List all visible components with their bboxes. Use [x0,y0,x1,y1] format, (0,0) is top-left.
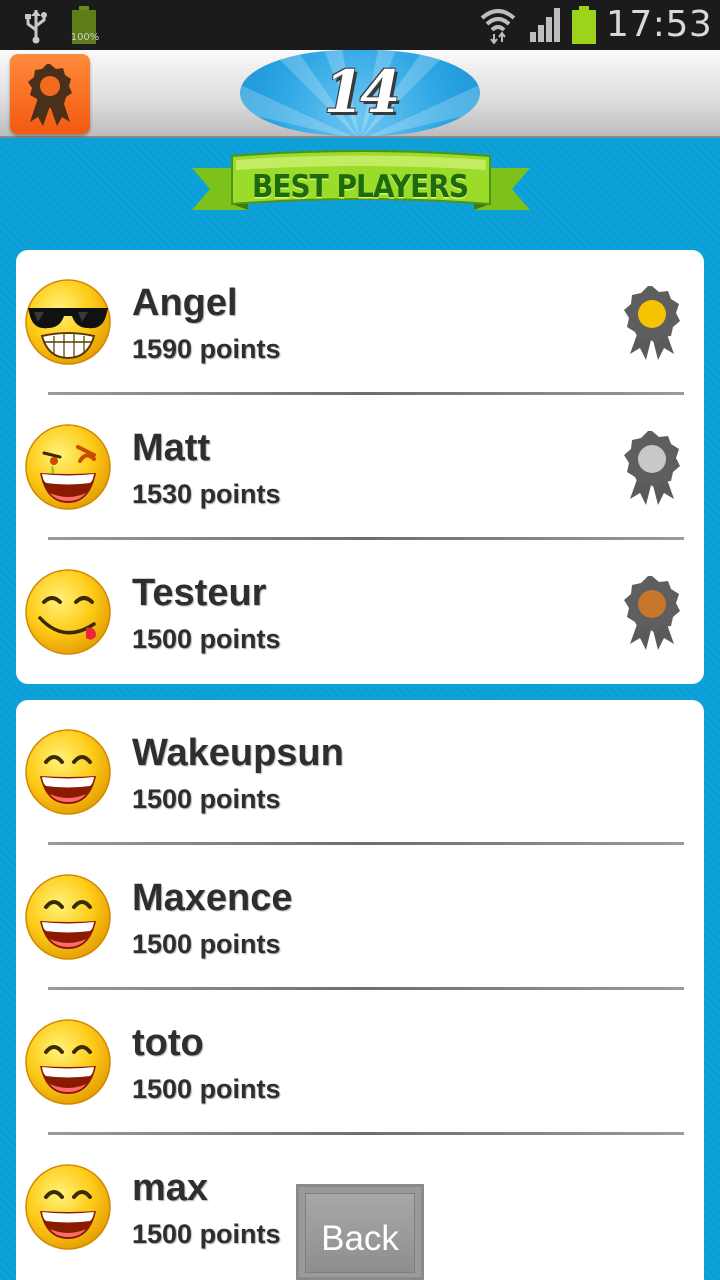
player-name: max [132,1167,209,1209]
award-icon [28,64,72,126]
top-players-card: Angel 1590 points Matt 1530 points Teste… [16,250,704,684]
player-points: 1500 points [132,624,281,654]
player-points: 1530 points [132,479,281,509]
player-name: Matt [132,427,211,469]
player-name: toto [132,1022,204,1064]
player-name: Testeur [132,572,267,614]
usb-icon [25,10,47,44]
grinning-smiley-icon [24,873,112,961]
list-item[interactable]: toto 1500 points [16,990,704,1135]
bronze-medal-icon [622,574,682,654]
list-item[interactable]: Angel 1590 points [16,250,704,395]
battery-icon: 100% [68,6,100,46]
clock: 17:53 [606,4,713,45]
list-item[interactable]: Matt 1530 points [16,395,704,540]
silver-medal-icon [622,429,682,509]
gold-medal-icon [622,284,682,364]
list-item[interactable]: Wakeupsun 1500 points [16,700,704,845]
player-points: 1500 points [132,1074,281,1104]
player-points: 1500 points [132,784,281,814]
sunglasses-smiley-icon [24,278,112,366]
award-button[interactable] [10,54,90,134]
player-points: 1500 points [132,1219,281,1249]
status-bar: 100% 17:53 [0,0,720,50]
back-button[interactable]: Back [296,1184,424,1280]
battery-icon [572,6,596,44]
battery-percent: 100% [70,32,100,43]
player-name: Angel [132,282,238,324]
player-points: 1590 points [132,334,281,364]
tongue-smiley-icon [24,568,112,656]
back-button-label: Back [305,1193,415,1273]
banner-title: BEST PLAYERS [252,168,469,205]
winking-smiley-icon [24,423,112,511]
grinning-smiley-icon [24,1018,112,1106]
grinning-smiley-icon [24,728,112,816]
list-item[interactable]: Maxence 1500 points [16,845,704,990]
player-name: Wakeupsun [132,732,344,774]
grinning-smiley-icon [24,1163,112,1251]
wifi-icon [480,9,516,44]
app-header: 14 [0,50,720,138]
signal-icon [530,8,560,42]
list-item[interactable]: Testeur 1500 points [16,540,704,684]
player-name: Maxence [132,877,293,919]
player-points: 1500 points [132,929,281,959]
app-logo: 14 [240,50,480,136]
logo-text: 14 [323,58,401,126]
